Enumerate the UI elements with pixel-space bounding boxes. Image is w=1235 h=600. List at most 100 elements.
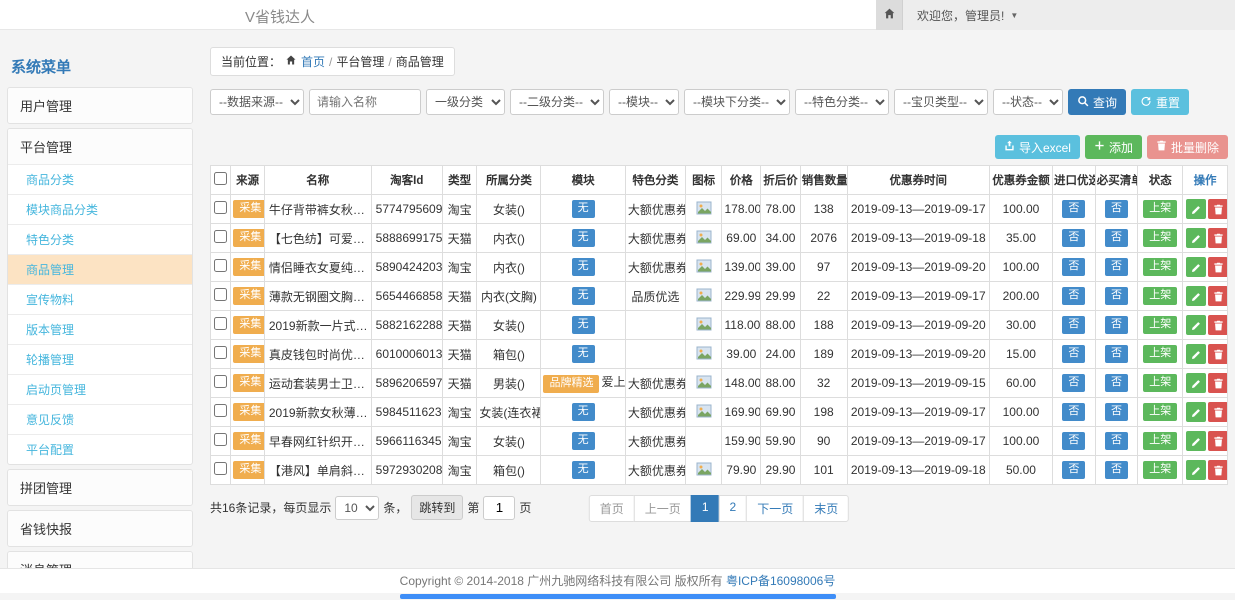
home-button[interactable] <box>876 0 903 30</box>
sidebar-item-0[interactable]: 用户管理 <box>8 88 192 123</box>
row-checkbox[interactable] <box>214 404 227 417</box>
pagination-button[interactable]: 1 <box>691 495 720 522</box>
edit-button[interactable] <box>1186 402 1206 422</box>
must-buy-badge[interactable]: 否 <box>1105 461 1128 479</box>
status-badge[interactable]: 上架 <box>1143 287 1177 305</box>
pagination-button[interactable]: 下一页 <box>746 495 804 522</box>
status-badge[interactable]: 上架 <box>1143 374 1177 392</box>
filter-select-7[interactable]: --状态-- <box>993 89 1063 115</box>
reset-button[interactable]: 重置 <box>1131 89 1189 115</box>
sidebar-item-1[interactable]: 平台管理 <box>8 129 192 164</box>
delete-button[interactable] <box>1208 402 1227 422</box>
sidebar-item-2[interactable]: 拼团管理 <box>8 470 192 505</box>
row-checkbox[interactable] <box>214 201 227 214</box>
pagination-button[interactable]: 末页 <box>803 495 849 522</box>
user-menu[interactable]: 欢迎您，管理员! ▼ <box>903 0 1235 30</box>
page-number-input[interactable] <box>483 496 515 520</box>
must-buy-badge[interactable]: 否 <box>1105 258 1128 276</box>
row-checkbox[interactable] <box>214 259 227 272</box>
sidebar-subitem[interactable]: 平台配置 <box>8 434 192 464</box>
sidebar-subitem[interactable]: 版本管理 <box>8 314 192 344</box>
import-excel-button[interactable]: 导入excel <box>995 135 1080 159</box>
status-badge[interactable]: 上架 <box>1143 345 1177 363</box>
edit-button[interactable] <box>1186 344 1206 364</box>
sidebar-subitem[interactable]: 商品分类 <box>8 164 192 194</box>
status-badge[interactable]: 上架 <box>1143 258 1177 276</box>
icp-link[interactable]: 粤ICP备16098006号 <box>726 574 835 588</box>
row-checkbox[interactable] <box>214 346 227 359</box>
horizontal-scrollbar-thumb[interactable] <box>400 594 836 599</box>
sidebar-subitem[interactable]: 宣传物料 <box>8 284 192 314</box>
must-buy-badge[interactable]: 否 <box>1105 403 1128 421</box>
must-buy-badge[interactable]: 否 <box>1105 200 1128 218</box>
status-badge[interactable]: 上架 <box>1143 229 1177 247</box>
sidebar-subitem[interactable]: 意见反馈 <box>8 404 192 434</box>
pagination-button[interactable]: 2 <box>719 495 748 522</box>
edit-button[interactable] <box>1186 257 1206 277</box>
import-select-badge[interactable]: 否 <box>1062 374 1085 392</box>
delete-button[interactable] <box>1208 228 1227 248</box>
sidebar-subitem[interactable]: 特色分类 <box>8 224 192 254</box>
import-select-badge[interactable]: 否 <box>1062 258 1085 276</box>
row-checkbox[interactable] <box>214 462 227 475</box>
filter-select-1[interactable]: 一级分类 <box>426 89 505 115</box>
row-checkbox[interactable] <box>214 433 227 446</box>
must-buy-badge[interactable]: 否 <box>1105 374 1128 392</box>
status-badge[interactable]: 上架 <box>1143 200 1177 218</box>
status-badge[interactable]: 上架 <box>1143 403 1177 421</box>
search-button[interactable]: 查询 <box>1068 89 1126 115</box>
pagination-button[interactable]: 上一页 <box>634 495 692 522</box>
delete-button[interactable] <box>1208 373 1227 393</box>
must-buy-badge[interactable]: 否 <box>1105 316 1128 334</box>
filter-select-3[interactable]: --模块-- <box>609 89 679 115</box>
delete-button[interactable] <box>1208 199 1227 219</box>
import-select-badge[interactable]: 否 <box>1062 432 1085 450</box>
row-checkbox[interactable] <box>214 317 227 330</box>
delete-button[interactable] <box>1208 460 1227 480</box>
edit-button[interactable] <box>1186 199 1206 219</box>
filter-select-2[interactable]: --二级分类-- <box>510 89 604 115</box>
row-checkbox[interactable] <box>214 230 227 243</box>
edit-button[interactable] <box>1186 460 1206 480</box>
import-select-badge[interactable]: 否 <box>1062 345 1085 363</box>
delete-button[interactable] <box>1208 431 1227 451</box>
add-button[interactable]: 添加 <box>1085 135 1142 159</box>
edit-button[interactable] <box>1186 286 1206 306</box>
must-buy-badge[interactable]: 否 <box>1105 287 1128 305</box>
breadcrumb-home-link[interactable]: 首页 <box>301 53 325 70</box>
status-badge[interactable]: 上架 <box>1143 316 1177 334</box>
name-search-input[interactable] <box>309 89 421 115</box>
sidebar-subitem[interactable]: 启动页管理 <box>8 374 192 404</box>
batch-delete-button[interactable]: 批量删除 <box>1147 135 1228 159</box>
delete-button[interactable] <box>1208 344 1227 364</box>
sidebar-subitem[interactable]: 轮播管理 <box>8 344 192 374</box>
sidebar-subitem[interactable]: 商品管理 <box>8 254 192 284</box>
filter-select-6[interactable]: --宝贝类型-- <box>894 89 988 115</box>
status-badge[interactable]: 上架 <box>1143 432 1177 450</box>
must-buy-badge[interactable]: 否 <box>1105 432 1128 450</box>
delete-button[interactable] <box>1208 257 1227 277</box>
pagination-button[interactable]: 首页 <box>589 495 635 522</box>
edit-button[interactable] <box>1186 373 1206 393</box>
jump-button[interactable]: 跳转到 <box>411 495 463 520</box>
import-select-badge[interactable]: 否 <box>1062 403 1085 421</box>
must-buy-badge[interactable]: 否 <box>1105 229 1128 247</box>
filter-select-source[interactable]: --数据来源-- <box>210 89 304 115</box>
import-select-badge[interactable]: 否 <box>1062 287 1085 305</box>
edit-button[interactable] <box>1186 315 1206 335</box>
import-select-badge[interactable]: 否 <box>1062 200 1085 218</box>
sidebar-item-4[interactable]: 消息管理 <box>8 552 192 568</box>
filter-select-4[interactable]: --模块下分类-- <box>684 89 790 115</box>
filter-select-5[interactable]: --特色分类-- <box>795 89 889 115</box>
delete-button[interactable] <box>1208 286 1227 306</box>
edit-button[interactable] <box>1186 228 1206 248</box>
edit-button[interactable] <box>1186 431 1206 451</box>
sidebar-item-3[interactable]: 省钱快报 <box>8 511 192 546</box>
row-checkbox[interactable] <box>214 288 227 301</box>
delete-button[interactable] <box>1208 315 1227 335</box>
status-badge[interactable]: 上架 <box>1143 461 1177 479</box>
import-select-badge[interactable]: 否 <box>1062 316 1085 334</box>
sidebar-subitem[interactable]: 模块商品分类 <box>8 194 192 224</box>
row-checkbox[interactable] <box>214 375 227 388</box>
page-size-select[interactable]: 10 <box>335 496 379 520</box>
